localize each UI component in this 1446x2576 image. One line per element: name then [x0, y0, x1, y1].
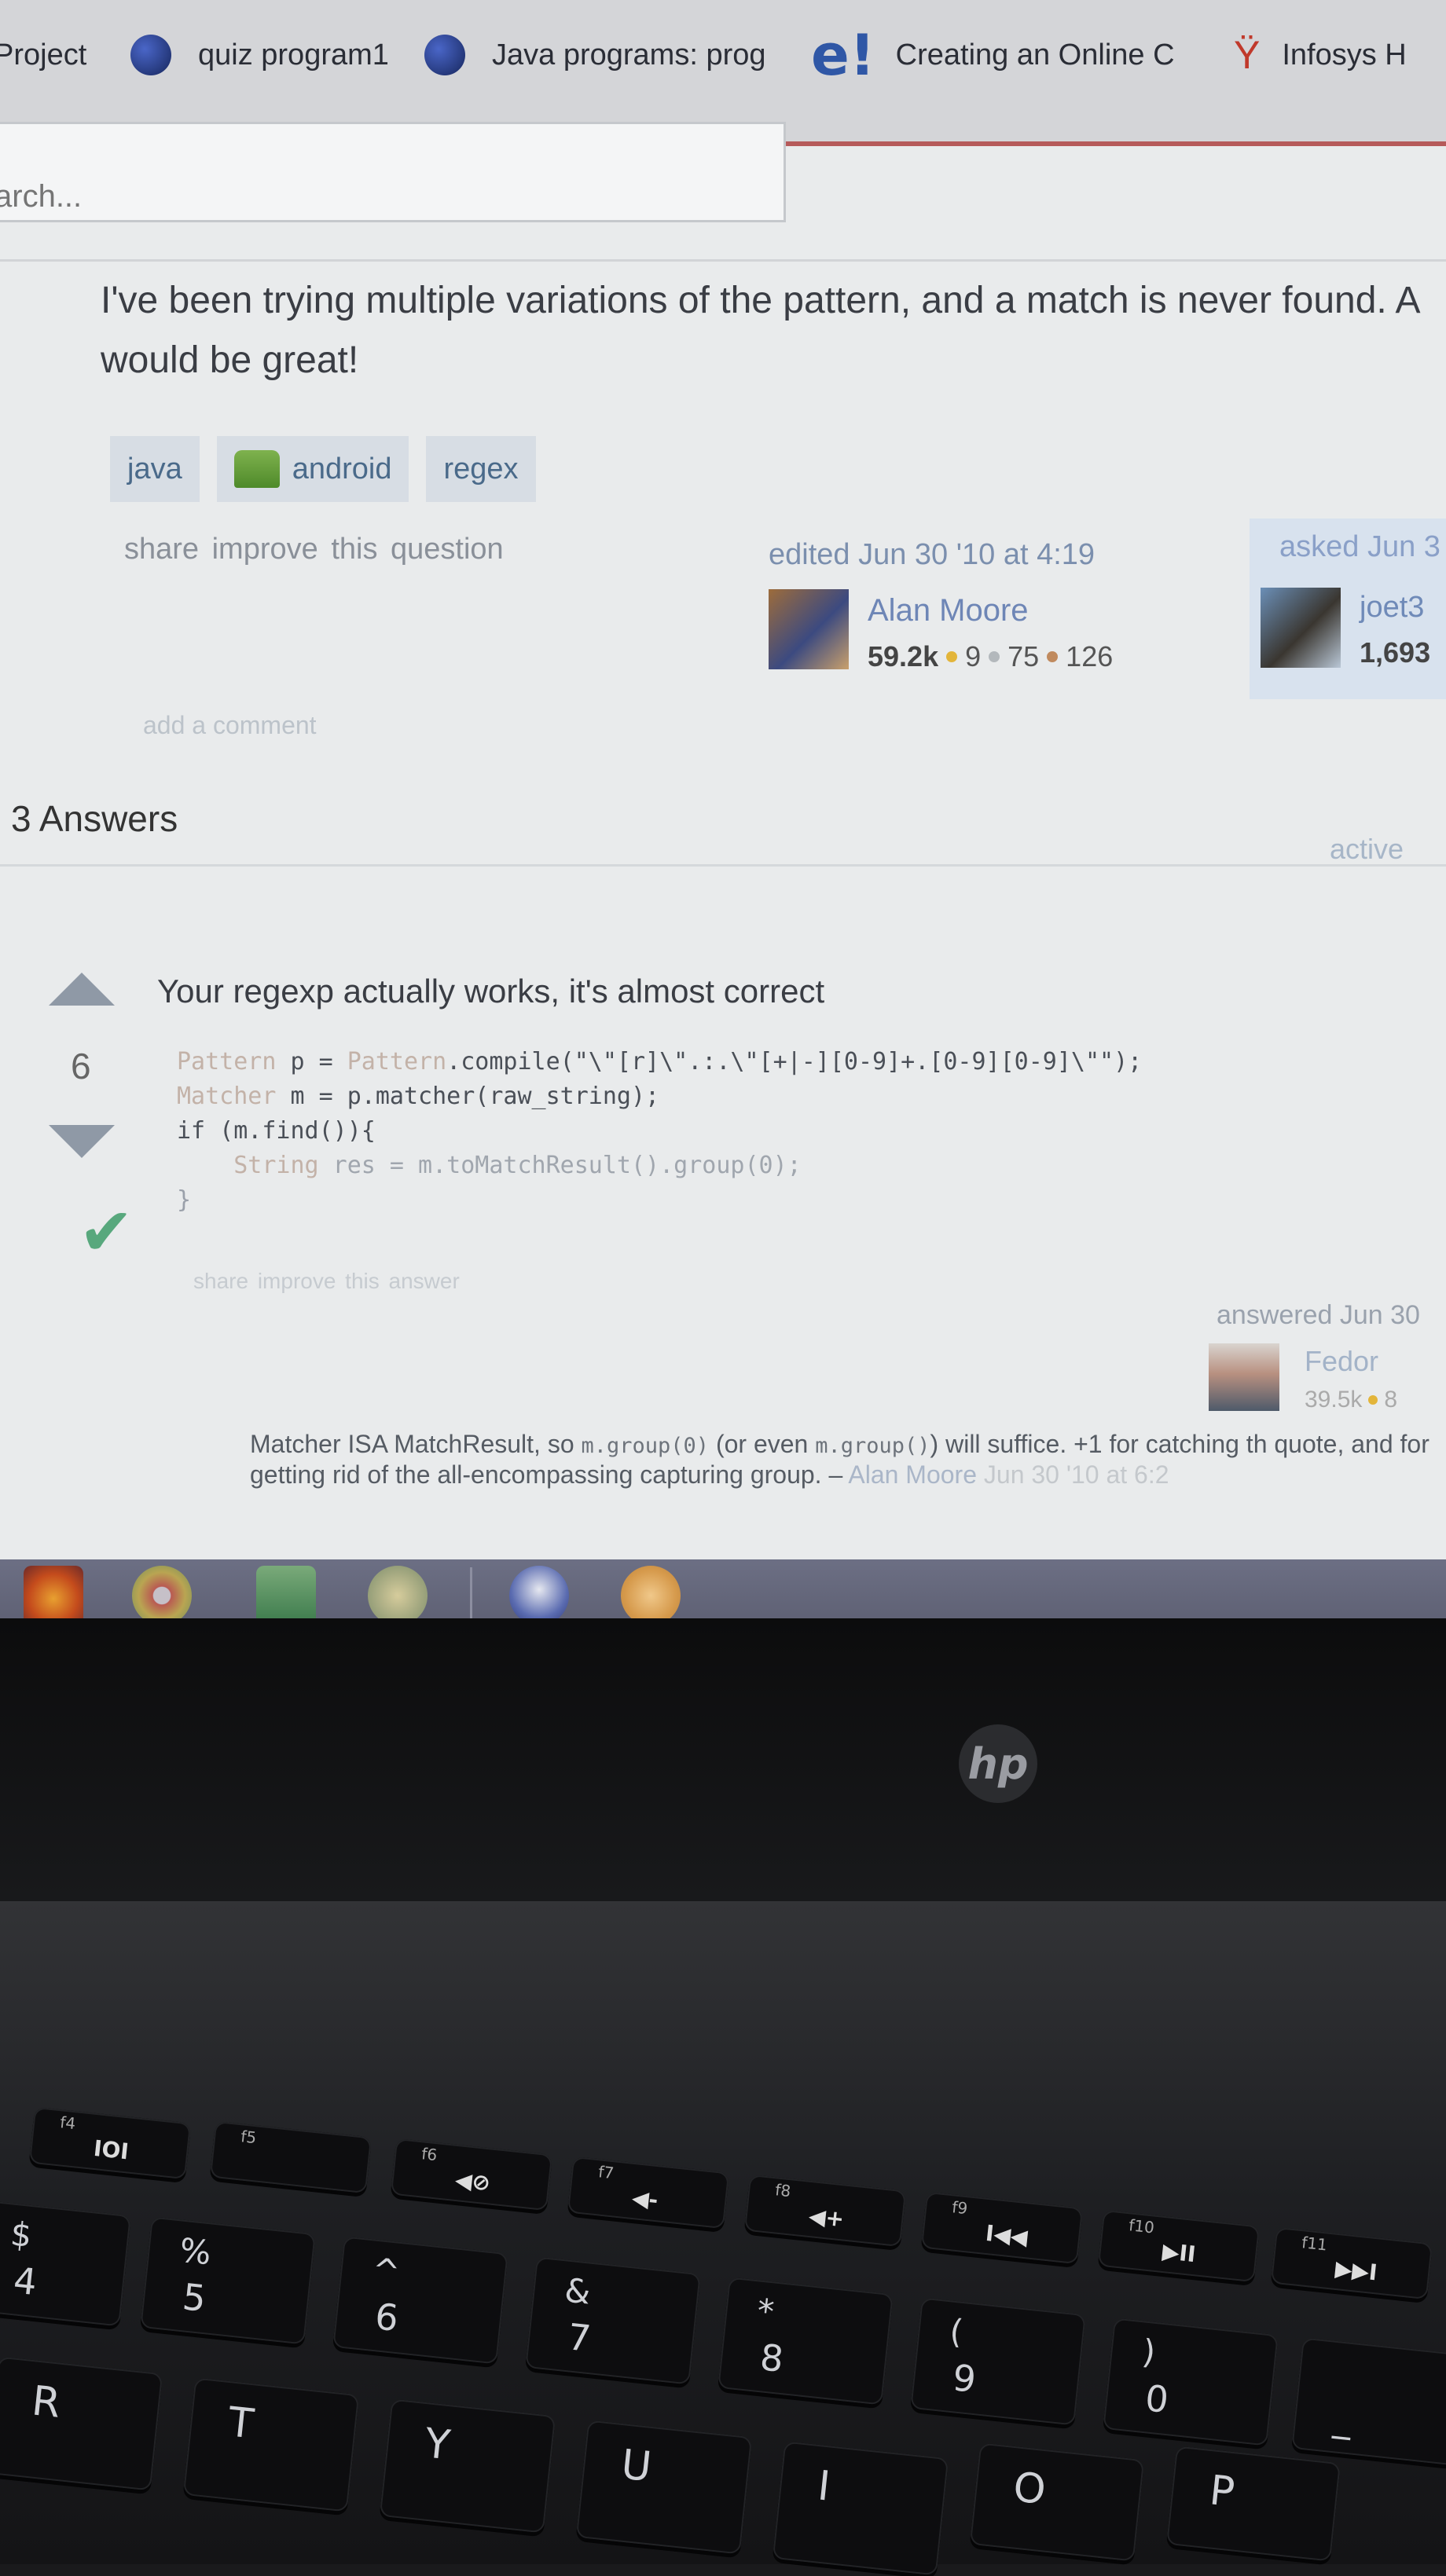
tab-active[interactable]: active	[1330, 833, 1404, 866]
key-minus[interactable]: _	[1291, 2337, 1446, 2466]
key-r[interactable]: R	[0, 2356, 163, 2491]
key-p[interactable]: P	[1165, 2446, 1341, 2562]
question-share-links[interactable]: share improve this question	[124, 533, 504, 566]
answered-timestamp[interactable]: answered Jun 30	[1217, 1300, 1420, 1331]
firefox-icon[interactable]	[24, 1566, 83, 1618]
key-5[interactable]: % 5	[140, 2216, 316, 2345]
reputation-score: 59.2k	[868, 640, 939, 672]
key-u[interactable]: U	[575, 2420, 753, 2555]
infosys-icon: Ÿ	[1234, 33, 1261, 77]
key-f4[interactable]: f4 IOI	[28, 2106, 192, 2180]
keyboard-deck: f4 IOI f5 f6 ◀⊘ f7 ◀- f8 ◀+ f9 I◀◀ f10 ▶II f11…	[0, 1901, 1446, 2576]
key-f8[interactable]: f8 ◀+	[743, 2174, 907, 2248]
search-box[interactable]	[0, 122, 786, 222]
header-divider	[0, 259, 1446, 262]
key-f7[interactable]: f7 ◀-	[567, 2156, 730, 2230]
vote-count: 6	[71, 1046, 91, 1086]
key-f10[interactable]: f10 ▶II	[1097, 2209, 1261, 2283]
bookmark-project[interactable]: Project	[0, 31, 86, 79]
e-logo-icon: e!	[811, 22, 875, 88]
answer-intro: Your regexp actually works, it's almost …	[157, 973, 825, 1010]
answerer-reputation: 39.5k 8	[1305, 1387, 1397, 1413]
bookmark-label: Creating an Online C	[895, 38, 1175, 71]
question-body: I've been trying multiple variations of …	[101, 280, 1418, 381]
key-t[interactable]: T	[182, 2377, 360, 2512]
tag-label: regex	[443, 452, 519, 486]
gold-badge-icon	[946, 651, 958, 662]
asker-name[interactable]: joet3	[1360, 591, 1424, 625]
silver-badge-count: 75	[1007, 640, 1040, 672]
bookmark-label: quiz program1	[198, 38, 389, 71]
answerer-name[interactable]: Fedor	[1305, 1345, 1378, 1378]
downvote-icon[interactable]	[49, 1125, 115, 1158]
bookmark-java-programs[interactable]: Java programs: prog	[424, 31, 766, 79]
key-o[interactable]: O	[969, 2442, 1145, 2562]
key-7[interactable]: & 7	[525, 2256, 701, 2385]
settings-app-icon[interactable]	[621, 1566, 681, 1618]
tag-android[interactable]: android	[216, 436, 409, 502]
code-block: Pattern p = Pattern.compile("\"[r]\".:.\…	[177, 1048, 1143, 1214]
bookmark-creating-online[interactable]: e! Creating an Online C	[811, 22, 1175, 88]
bookmark-label: Infosys H	[1282, 38, 1407, 71]
key-y[interactable]: Y	[379, 2398, 556, 2534]
bronze-badge-icon	[1047, 651, 1059, 662]
app-icon[interactable]	[368, 1566, 428, 1618]
answers-divider	[0, 864, 1446, 867]
tag-regex[interactable]: regex	[426, 436, 536, 502]
gold-badge-count: 9	[965, 640, 982, 672]
editor-avatar[interactable]	[769, 589, 849, 669]
bookmark-quiz-program[interactable]: quiz program1	[130, 31, 389, 79]
chrome-icon[interactable]	[132, 1566, 192, 1618]
key-9[interactable]: (9	[910, 2297, 1086, 2426]
globe-icon	[130, 35, 171, 75]
tag-java[interactable]: java	[110, 436, 200, 502]
bookmark-label: Project	[0, 38, 87, 71]
bookmark-infosys[interactable]: Ÿ Infosys H	[1234, 31, 1407, 79]
key-f9[interactable]: f9 I◀◀	[920, 2191, 1084, 2265]
key-i[interactable]: I	[772, 2441, 949, 2576]
globe-app-icon[interactable]	[509, 1566, 569, 1618]
silver-badge-icon	[989, 651, 1000, 662]
asker-reputation: 1,693	[1360, 636, 1431, 669]
key-8[interactable]: * 8	[717, 2277, 894, 2406]
key-f6[interactable]: f6 ◀⊘	[390, 2138, 553, 2211]
answer-share-links[interactable]: share improve this answer	[193, 1269, 460, 1294]
store-icon[interactable]	[256, 1566, 316, 1618]
key-4[interactable]: $4	[0, 2200, 131, 2327]
taskbar	[0, 1559, 1446, 1618]
upvote-icon[interactable]	[49, 973, 115, 1006]
android-icon	[233, 450, 280, 488]
editor-name[interactable]: Alan Moore	[868, 593, 1029, 628]
gold-badge-count: 8	[1384, 1387, 1398, 1413]
globe-icon	[424, 35, 465, 75]
reputation-score: 39.5k	[1305, 1387, 1363, 1413]
answer-comment: Matcher ISA MatchResult, so m.group(0) (…	[250, 1430, 1429, 1489]
answerer-avatar[interactable]	[1209, 1343, 1279, 1411]
hp-logo: hp	[959, 1724, 1037, 1803]
comment-date: Jun 30 '10 at 6:2	[977, 1460, 1169, 1489]
asker-card: asked Jun 3 joet3 1,693	[1250, 518, 1446, 699]
bookmark-label: Java programs: prog	[492, 38, 766, 71]
accepted-check-icon: ✔	[79, 1193, 134, 1270]
key-6[interactable]: ^ 6	[332, 2236, 508, 2365]
screen: Project quiz program1 Java programs: pro…	[0, 0, 1446, 1618]
gold-badge-icon	[1368, 1395, 1378, 1405]
answers-heading: 3 Answers	[11, 798, 178, 839]
asked-timestamp[interactable]: asked Jun 3	[1279, 530, 1440, 564]
tag-label: java	[127, 452, 182, 486]
add-comment-link[interactable]: add a comment	[143, 711, 317, 740]
laptop-bezel	[0, 1618, 1446, 1917]
comment-user-link[interactable]: Alan Moore	[848, 1460, 977, 1489]
key-f5[interactable]: f5	[209, 2120, 373, 2194]
taskbar-divider	[470, 1567, 472, 1618]
search-input[interactable]	[0, 179, 545, 214]
bronze-badge-count: 126	[1066, 640, 1114, 672]
asker-avatar[interactable]	[1261, 588, 1341, 668]
edited-timestamp[interactable]: edited Jun 30 '10 at 4:19	[769, 538, 1095, 572]
key-0[interactable]: ) 0	[1103, 2318, 1279, 2446]
tag-label: android	[292, 452, 392, 486]
editor-reputation: 59.2k 9 75 126	[868, 640, 1113, 673]
key-f11[interactable]: f11 ▶▶I	[1270, 2226, 1433, 2300]
question-tags: java android regex	[110, 436, 536, 502]
